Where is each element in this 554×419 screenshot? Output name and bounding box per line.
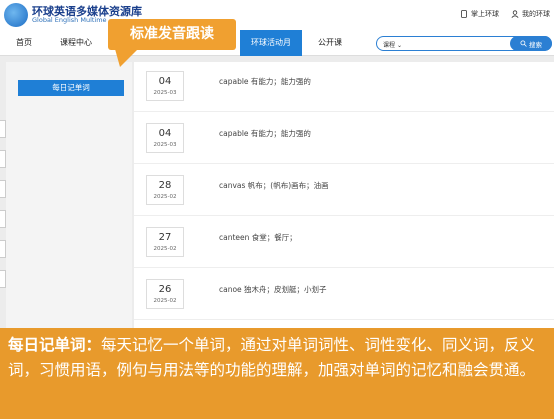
callout-pointer	[115, 49, 138, 67]
site-header: 环球英语多媒体资源库 Global English Multime 掌上环球 我…	[0, 0, 554, 30]
search-category-select[interactable]: 课程 ⌄	[383, 40, 402, 49]
date-day: 26	[158, 284, 172, 295]
search-icon	[520, 40, 527, 47]
nav-activity-month[interactable]: 环球活动月	[240, 30, 302, 56]
sidebar: 每日记单词	[6, 62, 132, 328]
mobile-link-label: 掌上环球	[471, 10, 499, 18]
nav-open-class[interactable]: 公开课	[318, 30, 342, 56]
search-button-label: 搜索	[529, 40, 542, 49]
my-account-link[interactable]: 我的环球	[511, 9, 550, 19]
date-badge: 28 2025-02	[146, 175, 184, 205]
search-category-label: 课程	[383, 42, 396, 49]
list-item[interactable]: 28 2025-02 canvas 帆布；(帆布)画布；油画	[134, 166, 554, 216]
date-day: 04	[158, 76, 172, 87]
nav-home[interactable]: 首页	[16, 30, 32, 56]
globe-logo-icon[interactable]	[4, 3, 28, 27]
date-year-month: 2025-03	[153, 142, 177, 148]
date-year-month: 2025-02	[153, 194, 177, 200]
nav-course-center[interactable]: 课程中心	[60, 30, 92, 56]
list-item[interactable]: 27 2025-02 canteen 食堂；餐厅；	[134, 218, 554, 268]
chevron-down-icon: ⌄	[396, 42, 402, 49]
search-bar: 课程 ⌄ 搜索	[376, 36, 552, 51]
word-list: 04 2025-03 capable 有能力；能力强的 04 2025-03 c…	[134, 62, 554, 328]
word-entry[interactable]: capable 有能力；能力强的	[219, 76, 311, 87]
description-label: 每日记单词：	[8, 336, 102, 354]
date-year-month: 2025-02	[153, 298, 177, 304]
date-day: 27	[158, 232, 172, 243]
search-button[interactable]: 搜索	[510, 36, 552, 51]
date-badge: 04 2025-03	[146, 123, 184, 153]
date-badge: 26 2025-02	[146, 279, 184, 309]
list-item[interactable]: 04 2025-03 capable 有能力；能力强的	[134, 62, 554, 112]
sidebar-item-daily-words[interactable]: 每日记单词	[18, 80, 124, 96]
date-day: 28	[158, 180, 172, 191]
list-item[interactable]: 26 2025-02 canoe 独木舟；皮划艇；小划子	[134, 270, 554, 320]
word-entry[interactable]: canvas 帆布；(帆布)画布；油画	[219, 180, 329, 191]
date-badge: 04 2025-03	[146, 71, 184, 101]
date-year-month: 2025-03	[153, 90, 177, 96]
word-entry[interactable]: capable 有能力；能力强的	[219, 128, 311, 139]
user-icon	[511, 10, 519, 18]
my-account-label: 我的环球	[522, 10, 550, 18]
mobile-link[interactable]: 掌上环球	[460, 9, 499, 19]
pronunciation-callout: 标准发音跟读	[108, 19, 236, 50]
site-subtitle: Global English Multime	[32, 16, 107, 24]
word-entry[interactable]: canteen 食堂；餐厅；	[219, 232, 297, 243]
mobile-icon	[461, 10, 467, 18]
description-banner: 每日记单词：每天记忆一个单词，通过对单词词性、词性变化、同义词，反义词，习惯用语…	[0, 328, 554, 419]
word-entry[interactable]: canoe 独木舟；皮划艇；小划子	[219, 284, 327, 295]
top-links: 掌上环球 我的环球	[460, 9, 550, 19]
date-day: 04	[158, 128, 172, 139]
date-badge: 27 2025-02	[146, 227, 184, 257]
list-item[interactable]: 04 2025-03 capable 有能力；能力强的	[134, 114, 554, 164]
date-year-month: 2025-02	[153, 246, 177, 252]
